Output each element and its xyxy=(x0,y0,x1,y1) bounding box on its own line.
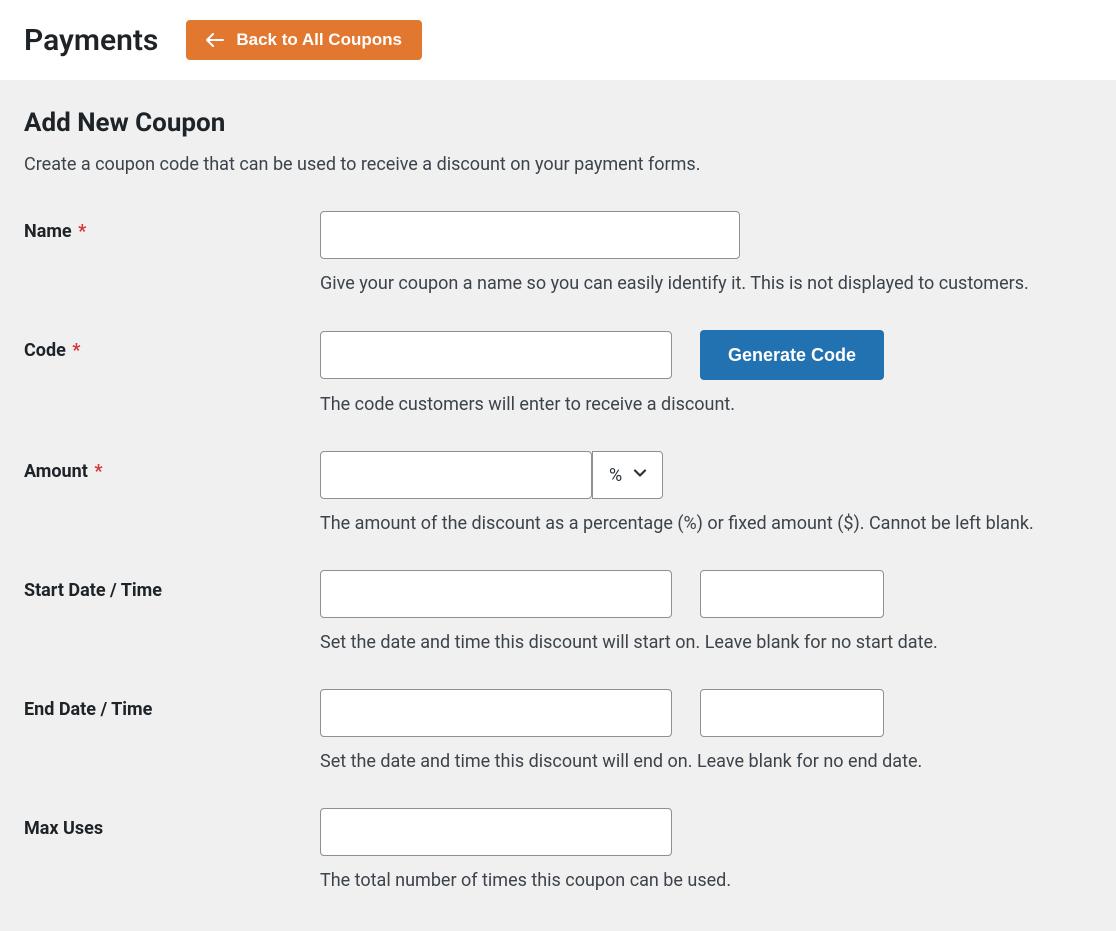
end-date-input[interactable] xyxy=(320,689,672,737)
end-date-help: Set the date and time this discount will… xyxy=(320,751,1092,772)
start-date-input[interactable] xyxy=(320,570,672,618)
amount-input[interactable] xyxy=(320,451,592,499)
form-heading: Add New Coupon xyxy=(24,108,1092,138)
arrow-left-icon xyxy=(206,32,224,48)
required-marker: * xyxy=(72,340,80,361)
start-date-label: Start Date / Time xyxy=(24,580,162,601)
chevron-down-icon xyxy=(630,465,648,486)
amount-unit-select[interactable]: % xyxy=(592,451,663,499)
code-input[interactable] xyxy=(320,331,672,379)
end-time-input[interactable] xyxy=(700,689,884,737)
field-start-date: Start Date / Time Set the date and time … xyxy=(24,570,1092,653)
code-label-text: Code xyxy=(24,340,66,361)
start-date-help: Set the date and time this discount will… xyxy=(320,632,1092,653)
main-content: Add New Coupon Create a coupon code that… xyxy=(0,80,1116,931)
name-help: Give your coupon a name so you can easil… xyxy=(320,273,1092,294)
name-label-text: Name xyxy=(24,221,72,242)
start-time-input[interactable] xyxy=(700,570,884,618)
code-help: The code customers will enter to receive… xyxy=(320,394,1092,415)
amount-label: Amount * xyxy=(24,461,103,482)
field-max-uses: Max Uses The total number of times this … xyxy=(24,808,1092,891)
field-end-date: End Date / Time Set the date and time th… xyxy=(24,689,1092,772)
amount-help: The amount of the discount as a percenta… xyxy=(320,513,1092,534)
field-amount: Amount * % The amou xyxy=(24,451,1092,534)
name-label: Name * xyxy=(24,221,86,242)
required-marker: * xyxy=(94,461,102,482)
amount-label-text: Amount xyxy=(24,461,88,482)
amount-unit-value: % xyxy=(609,465,622,486)
generate-code-button[interactable]: Generate Code xyxy=(700,330,884,380)
form-subtitle: Create a coupon code that can be used to… xyxy=(24,154,1092,175)
max-uses-help: The total number of times this coupon ca… xyxy=(320,870,1092,891)
field-name: Name * Give your coupon a name so you ca… xyxy=(24,211,1092,294)
required-marker: * xyxy=(78,221,86,242)
max-uses-label: Max Uses xyxy=(24,818,103,839)
end-date-label: End Date / Time xyxy=(24,699,152,720)
max-uses-input[interactable] xyxy=(320,808,672,856)
page-title: Payments xyxy=(24,23,158,58)
code-label: Code * xyxy=(24,340,80,361)
back-to-coupons-button[interactable]: Back to All Coupons xyxy=(186,20,422,60)
topbar: Payments Back to All Coupons xyxy=(0,0,1116,80)
back-button-label: Back to All Coupons xyxy=(236,30,402,50)
name-input[interactable] xyxy=(320,211,740,259)
field-code: Code * Generate Code The code customers … xyxy=(24,330,1092,415)
